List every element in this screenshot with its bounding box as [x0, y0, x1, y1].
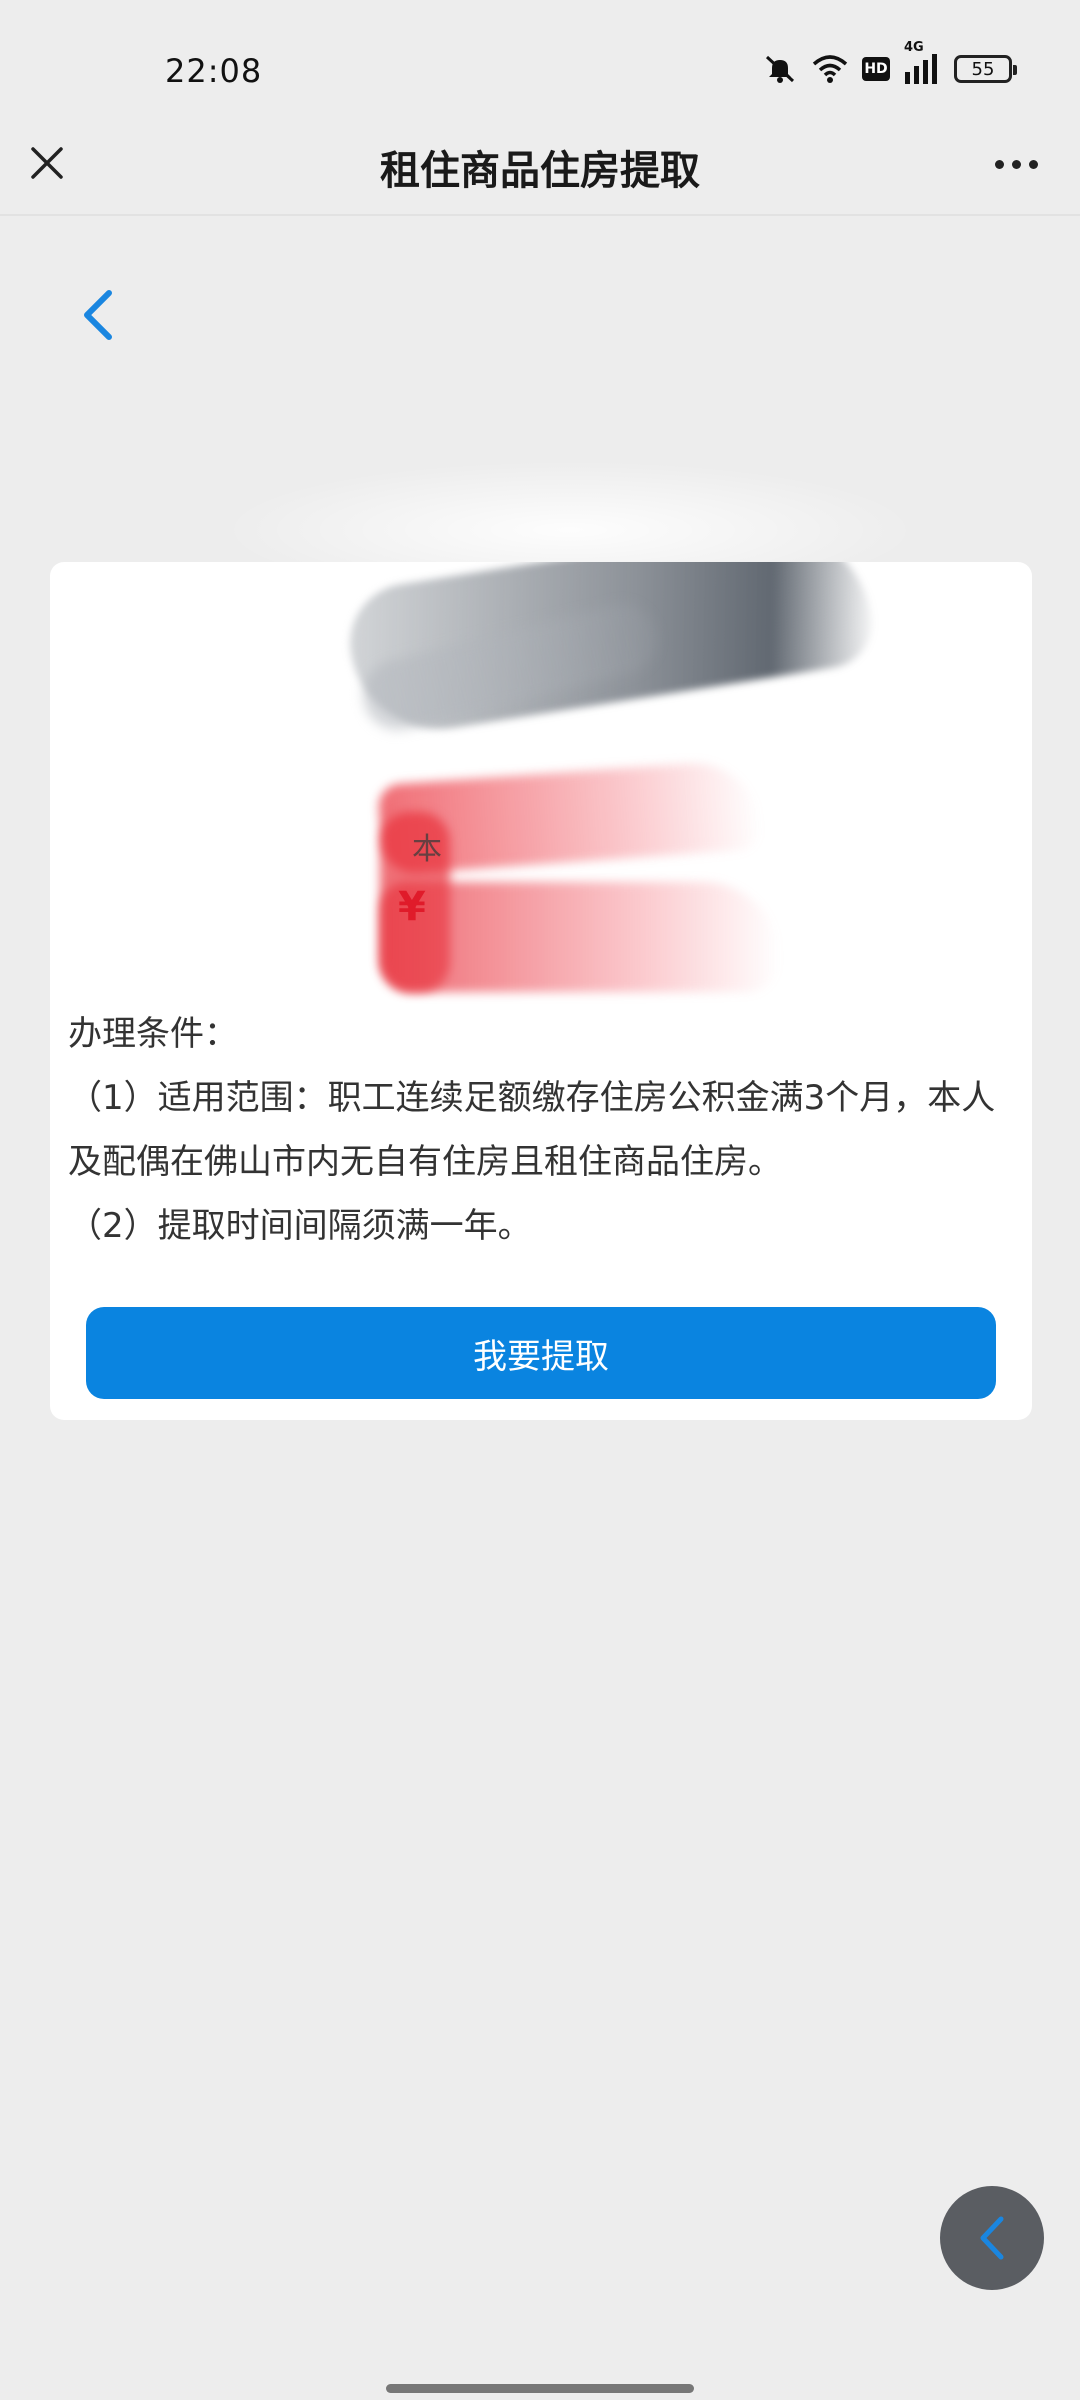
hero-caption: 本	[412, 832, 442, 867]
more-dots-icon	[994, 159, 1004, 169]
currency-symbol: ¥	[398, 884, 426, 930]
battery-indicator: 55	[954, 55, 1017, 83]
conditions-heading: 办理条件：	[68, 1014, 238, 1054]
status-icons: HD 4G 55	[762, 40, 1017, 84]
network-type-label: 4G	[904, 40, 924, 55]
hero-illustration: 本 ¥	[50, 562, 1032, 1022]
chevron-left-icon	[84, 290, 112, 340]
mute-vibrate-icon	[765, 55, 795, 83]
condition-item: （2）提取时间间隔须满一年。	[68, 1206, 532, 1246]
signal-indicator: 4G	[904, 40, 940, 84]
withdraw-button[interactable]: 我要提取	[86, 1307, 996, 1399]
title-bar: 租住商品住房提取	[0, 110, 1080, 216]
conditions-section: 办理条件： （1）适用范围：职工连续足额缴存住房公积金满3个月，本人及配偶在佛山…	[68, 1002, 1020, 1258]
more-dot	[1028, 159, 1038, 169]
chevron-left-icon	[980, 2216, 1004, 2260]
brush-stroke-red-bottom	[380, 882, 780, 992]
home-indicator[interactable]	[386, 2384, 694, 2393]
more-button[interactable]	[988, 142, 1044, 186]
more-dot	[1011, 159, 1021, 169]
floating-back-button[interactable]	[940, 2186, 1044, 2290]
signal-bars-icon	[905, 54, 937, 84]
back-button[interactable]	[66, 283, 130, 347]
hd-badge: HD	[862, 57, 890, 81]
page-title: 租住商品住房提取	[380, 148, 700, 194]
info-card: 本 ¥ 办理条件： （1）适用范围：职工连续足额缴存住房公积金满3个月，本人及配…	[50, 562, 1032, 1420]
status-time: 22:08	[165, 52, 263, 90]
wifi-icon	[812, 55, 848, 83]
battery-level: 55	[971, 58, 995, 80]
condition-item: （1）适用范围：职工连续足额缴存住房公积金满3个月，本人及配偶在佛山市内无自有住…	[68, 1078, 996, 1182]
